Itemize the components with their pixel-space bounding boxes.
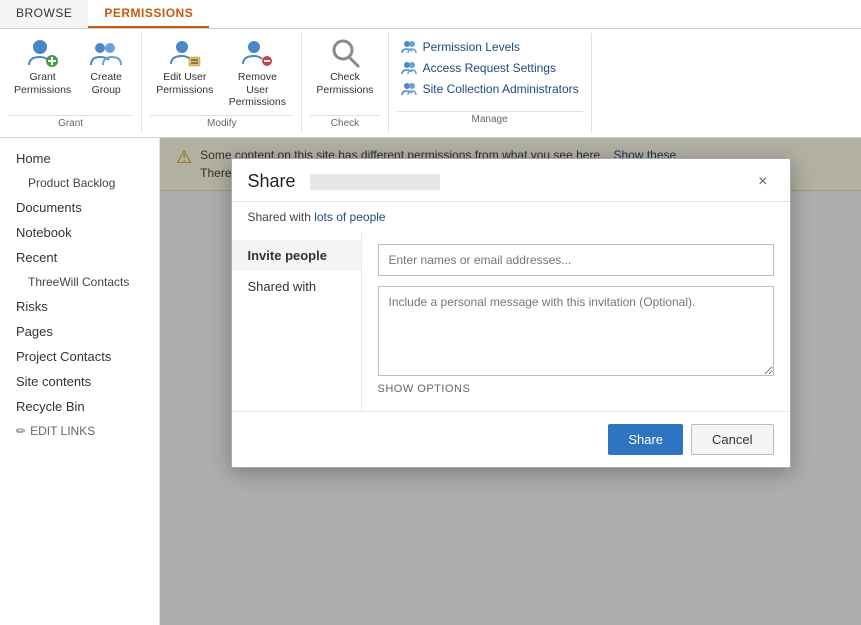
- modal-form: SHOW OPTIONS: [362, 232, 790, 411]
- sidebar-item-recent[interactable]: Recent: [0, 245, 159, 270]
- check-group-items: CheckPermissions: [310, 33, 379, 113]
- modal-nav-shared-with[interactable]: Shared with: [232, 271, 361, 302]
- access-request-settings-label: Access Request Settings: [423, 61, 556, 75]
- modal-title-area: Share: [248, 171, 444, 192]
- check-permissions-icon: [329, 37, 361, 69]
- remove-user-permissions-icon: [241, 37, 273, 69]
- edit-user-permissions-label: Edit UserPermissions: [156, 71, 213, 96]
- modal-body: Invite people Shared with SHOW OPTIONS: [232, 232, 790, 411]
- permission-levels-icon: [401, 39, 417, 55]
- manage-group-label: Manage: [397, 111, 583, 129]
- modal-overlay: Share × Shared with lots of people Invit…: [160, 138, 861, 625]
- sidebar-item-project-contacts[interactable]: Project Contacts: [0, 344, 159, 369]
- site-collection-administrators-label: Site Collection Administrators: [423, 82, 579, 96]
- show-options-toggle[interactable]: SHOW OPTIONS: [378, 379, 774, 399]
- grant-permissions-icon: [27, 37, 59, 69]
- pencil-icon: ✏: [16, 424, 26, 438]
- check-permissions-label: CheckPermissions: [316, 71, 373, 96]
- access-request-settings-item[interactable]: Access Request Settings: [397, 58, 583, 78]
- grant-permissions-label: GrantPermissions: [14, 71, 71, 96]
- shared-with-link[interactable]: lots of people: [314, 210, 385, 224]
- ribbon-group-check: CheckPermissions Check: [302, 33, 388, 133]
- sidebar-item-recycle-bin[interactable]: Recycle Bin: [0, 394, 159, 419]
- share-modal: Share × Shared with lots of people Invit…: [231, 158, 791, 468]
- modal-nav: Invite people Shared with: [232, 232, 362, 411]
- tab-browse[interactable]: BROWSE: [0, 0, 88, 28]
- sidebar-item-pages[interactable]: Pages: [0, 319, 159, 344]
- share-button[interactable]: Share: [608, 424, 683, 455]
- modal-header: Share ×: [232, 159, 790, 202]
- page-layout: Home Product Backlog Documents Notebook …: [0, 138, 861, 625]
- site-collection-administrators-item[interactable]: Site Collection Administrators: [397, 79, 583, 99]
- edit-links-label: EDIT LINKS: [30, 424, 95, 438]
- sidebar-edit-links[interactable]: ✏ EDIT LINKS: [0, 419, 159, 443]
- remove-user-permissions-button[interactable]: Remove UserPermissions: [221, 33, 293, 113]
- check-group-label: Check: [310, 115, 379, 133]
- modal-title: Share: [248, 171, 296, 192]
- permission-levels-item[interactable]: Permission Levels: [397, 37, 583, 57]
- main-content: ⚠ Some content on this site has differen…: [160, 138, 861, 625]
- manage-group-items: Permission Levels Access Request Setting…: [397, 37, 583, 109]
- create-group-button[interactable]: CreateGroup: [79, 33, 133, 113]
- ribbon-group-manage: Permission Levels Access Request Setting…: [389, 33, 592, 133]
- shared-with-prefix: Shared with: [248, 210, 315, 224]
- create-group-icon: [90, 37, 122, 69]
- sidebar-item-documents[interactable]: Documents: [0, 195, 159, 220]
- edit-user-permissions-icon: [169, 37, 201, 69]
- sidebar-item-threewill-contacts[interactable]: ThreeWill Contacts: [0, 270, 159, 294]
- grant-group-items: GrantPermissions CreateGroup: [8, 33, 133, 113]
- edit-user-permissions-button[interactable]: Edit UserPermissions: [150, 33, 219, 113]
- modal-footer: Share Cancel: [232, 411, 790, 467]
- permission-levels-label: Permission Levels: [423, 40, 520, 54]
- grant-group-label: Grant: [8, 115, 133, 133]
- site-collection-administrators-icon: [401, 81, 417, 97]
- modal-nav-invite-people[interactable]: Invite people: [232, 240, 361, 271]
- names-input[interactable]: [378, 244, 774, 276]
- modal-site-url-blurred: [310, 174, 440, 190]
- modify-group-items: Edit UserPermissions Remove UserPermissi…: [150, 33, 293, 113]
- grant-permissions-button[interactable]: GrantPermissions: [8, 33, 77, 113]
- access-request-settings-icon: [401, 60, 417, 76]
- sidebar-item-home[interactable]: Home: [0, 146, 159, 171]
- ribbon: BROWSE PERMISSIONS GrantPermiss: [0, 0, 861, 138]
- create-group-label: CreateGroup: [90, 71, 122, 96]
- left-nav: Home Product Backlog Documents Notebook …: [0, 138, 160, 625]
- tab-permissions[interactable]: PERMISSIONS: [88, 0, 209, 28]
- modal-subheader: Shared with lots of people: [232, 202, 790, 232]
- message-textarea[interactable]: [378, 286, 774, 376]
- ribbon-content: GrantPermissions CreateGroup Grant: [0, 29, 861, 137]
- sidebar-item-site-contents[interactable]: Site contents: [0, 369, 159, 394]
- close-button[interactable]: ×: [752, 171, 773, 193]
- sidebar-item-risks[interactable]: Risks: [0, 294, 159, 319]
- sidebar-item-product-backlog[interactable]: Product Backlog: [0, 171, 159, 195]
- modify-group-label: Modify: [150, 115, 293, 133]
- remove-user-permissions-label: Remove UserPermissions: [227, 71, 287, 109]
- ribbon-tabs: BROWSE PERMISSIONS: [0, 0, 861, 29]
- check-permissions-button[interactable]: CheckPermissions: [310, 33, 379, 113]
- cancel-button[interactable]: Cancel: [691, 424, 773, 455]
- ribbon-group-grant: GrantPermissions CreateGroup Grant: [0, 33, 142, 133]
- sidebar-item-notebook[interactable]: Notebook: [0, 220, 159, 245]
- ribbon-group-modify: Edit UserPermissions Remove UserPermissi…: [142, 33, 302, 133]
